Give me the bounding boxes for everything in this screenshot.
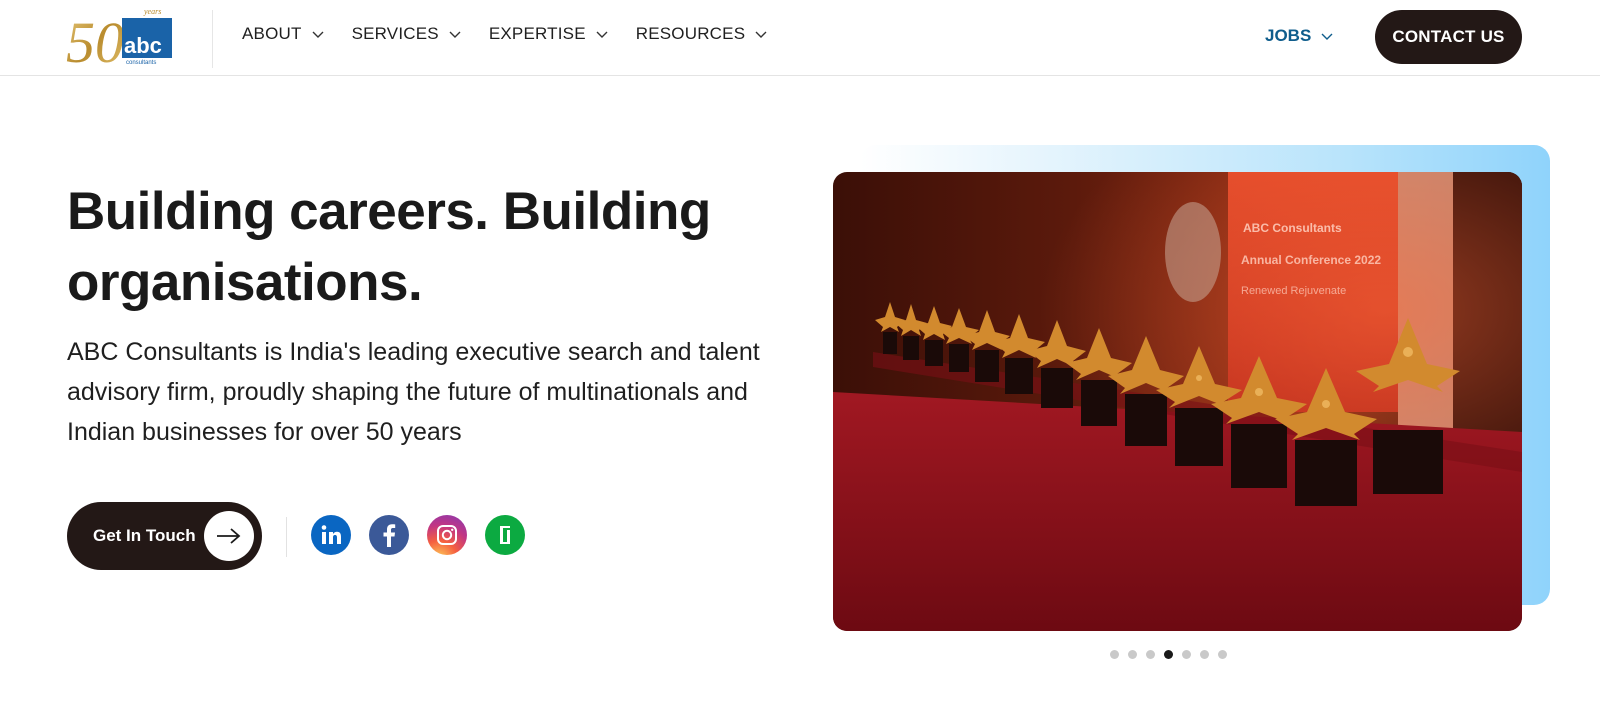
chevron-down-icon <box>596 31 608 38</box>
chevron-down-icon <box>755 31 767 38</box>
glassdoor-icon[interactable] <box>485 515 525 555</box>
awards-photo: ABC Consultants Annual Conference 2022 R… <box>833 172 1522 631</box>
banner-line-2: Annual Conference 2022 <box>1241 253 1381 267</box>
headline-line-2: organisations. <box>67 253 423 312</box>
nav-label: SERVICES <box>351 24 439 43</box>
carousel-dot[interactable] <box>1218 650 1227 659</box>
contact-label: CONTACT US <box>1392 27 1505 46</box>
logo-divider <box>212 10 213 68</box>
carousel-dot-active[interactable] <box>1164 650 1173 659</box>
logo-sub: consultants <box>126 60 156 66</box>
nav-label: RESOURCES <box>635 24 746 43</box>
carousel-dot[interactable] <box>1128 650 1137 659</box>
carousel-dot[interactable] <box>1110 650 1119 659</box>
carousel-dots <box>1110 650 1227 659</box>
nav-item-expertise[interactable]: EXPERTISE <box>489 24 608 44</box>
contact-us-button[interactable]: CONTACT US <box>1375 10 1522 64</box>
chevron-down-icon <box>1321 33 1333 40</box>
banner-line-3: Renewed Rejuvenate <box>1241 285 1346 297</box>
hero-description: ABC Consultants is India's leading execu… <box>67 338 760 446</box>
nav-item-about[interactable]: ABOUT <box>242 24 324 44</box>
arrow-right-icon <box>204 511 254 561</box>
facebook-icon[interactable] <box>369 515 409 555</box>
nav-item-jobs[interactable]: JOBS <box>1265 26 1333 46</box>
jobs-label: JOBS <box>1265 26 1312 45</box>
main-nav: ABOUT SERVICES EXPERTISE RESOURCES <box>242 24 767 44</box>
banner-line-1: ABC Consultants <box>1243 221 1342 235</box>
chevron-down-icon <box>312 31 324 38</box>
carousel-dot[interactable] <box>1200 650 1209 659</box>
chevron-down-icon <box>449 31 461 38</box>
hero-headline: Building careers. Building organisations… <box>67 176 787 318</box>
linkedin-icon[interactable] <box>311 515 351 555</box>
nav-item-services[interactable]: SERVICES <box>352 24 461 44</box>
instagram-icon[interactable] <box>427 515 467 555</box>
carousel-dot[interactable] <box>1182 650 1191 659</box>
nav-label: ABOUT <box>242 24 302 43</box>
abc-50-years-logo[interactable]: 50 years abc consultants <box>66 6 178 75</box>
logo-number: 50 <box>66 10 124 66</box>
nav-label: EXPERTISE <box>488 24 586 43</box>
headline-line-1: Building careers. Building <box>67 182 711 241</box>
logo-brand: abc <box>124 33 162 58</box>
carousel-dot[interactable] <box>1146 650 1155 659</box>
cta-label: Get In Touch <box>93 526 196 545</box>
nav-item-resources[interactable]: RESOURCES <box>636 24 768 44</box>
social-divider <box>286 517 287 557</box>
site-header: 50 years abc consultants ABOUT SERVICES … <box>0 0 1600 76</box>
get-in-touch-button[interactable]: Get In Touch <box>67 502 262 570</box>
logo-tagline: years <box>143 7 161 16</box>
